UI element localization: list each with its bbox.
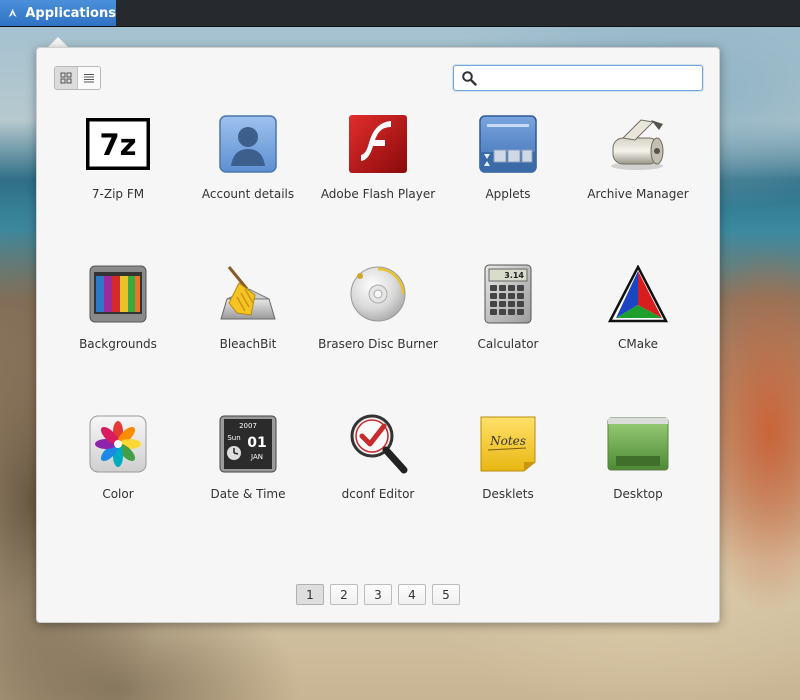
desklets-notes-text: Notes — [489, 434, 526, 448]
page-button-3[interactable]: 3 — [364, 584, 392, 605]
desktop-icon — [606, 412, 670, 476]
app-label: Account details — [201, 187, 295, 201]
search-input[interactable] — [485, 70, 695, 86]
date-time-icon: 2007 Sun 01 JAN — [216, 412, 280, 476]
color-icon — [86, 412, 150, 476]
app-7zip-fm[interactable]: 7z 7-Zip FM — [53, 108, 183, 258]
app-date-time[interactable]: 2007 Sun 01 JAN Date & Time — [183, 408, 313, 558]
7zip-icon: 7z — [86, 112, 150, 176]
page-button-5[interactable]: 5 — [432, 584, 460, 605]
flash-player-icon — [346, 112, 410, 176]
app-account-details[interactable]: Account details — [183, 108, 313, 258]
app-label: Desktop — [613, 487, 663, 501]
app-label: Calculator — [477, 337, 539, 351]
date-num-text: 01 — [247, 435, 266, 451]
app-dconf-editor[interactable]: dconf Editor — [313, 408, 443, 558]
app-cmake[interactable]: CMake — [573, 258, 703, 408]
account-details-icon — [216, 112, 280, 176]
date-day-text: Sun — [227, 434, 240, 442]
date-month-text: JAN — [250, 453, 263, 461]
cmake-icon — [606, 262, 670, 326]
app-label: Adobe Flash Player — [320, 187, 436, 201]
applets-icon — [476, 112, 540, 176]
pagination: 1 2 3 4 5 — [296, 584, 460, 605]
app-grid: 7z 7-Zip FM Account details Adobe Flash … — [53, 108, 703, 558]
app-label: dconf Editor — [341, 487, 415, 501]
app-label: Color — [102, 487, 134, 501]
app-adobe-flash-player[interactable]: Adobe Flash Player — [313, 108, 443, 258]
top-panel: Applications — [0, 0, 800, 27]
app-brasero-disc-burner[interactable]: Brasero Disc Burner — [313, 258, 443, 408]
list-view-icon — [84, 74, 94, 83]
app-label: Applets — [485, 187, 531, 201]
search-box[interactable] — [453, 65, 703, 91]
date-year-text: 2007 — [239, 422, 257, 430]
grid-view-icon — [60, 72, 72, 84]
arch-logo-icon — [8, 8, 17, 18]
grid-view-button[interactable] — [55, 67, 77, 89]
app-applets[interactable]: Applets — [443, 108, 573, 258]
dconf-editor-icon — [346, 412, 410, 476]
bleachbit-icon — [216, 262, 280, 326]
app-desktop[interactable]: Desktop — [573, 408, 703, 558]
page-button-2[interactable]: 2 — [330, 584, 358, 605]
applications-menu-button[interactable]: Applications — [0, 0, 116, 26]
search-icon — [462, 71, 477, 86]
desklets-icon: Notes — [476, 412, 540, 476]
app-label: BleachBit — [219, 337, 277, 351]
list-view-button[interactable] — [77, 67, 100, 89]
app-backgrounds[interactable]: Backgrounds — [53, 258, 183, 408]
page-button-4[interactable]: 4 — [398, 584, 426, 605]
app-bleachbit[interactable]: BleachBit — [183, 258, 313, 408]
app-label: Brasero Disc Burner — [318, 337, 438, 351]
application-launcher: 7z 7-Zip FM Account details Adobe Flash … — [36, 47, 720, 623]
app-label: Backgrounds — [79, 337, 157, 351]
calculator-display-text: 3.14 — [504, 271, 524, 280]
7zip-icon-text: 7z — [99, 128, 136, 162]
calculator-icon: 3.14 — [476, 262, 540, 326]
app-archive-manager[interactable]: Archive Manager — [573, 108, 703, 258]
backgrounds-icon — [86, 262, 150, 326]
app-label: Desklets — [482, 487, 534, 501]
app-label: Archive Manager — [587, 187, 689, 201]
brasero-icon — [346, 262, 410, 326]
applications-label: Applications — [25, 5, 116, 21]
app-calculator[interactable]: 3.14 Calculator — [443, 258, 573, 408]
archive-manager-icon — [606, 112, 670, 176]
app-desklets[interactable]: Notes Desklets — [443, 408, 573, 558]
app-color[interactable]: Color — [53, 408, 183, 558]
app-label: Date & Time — [210, 487, 286, 501]
page-button-1[interactable]: 1 — [296, 584, 324, 605]
view-switch — [54, 66, 101, 90]
app-label: 7-Zip FM — [91, 187, 145, 201]
app-label: CMake — [618, 337, 658, 351]
